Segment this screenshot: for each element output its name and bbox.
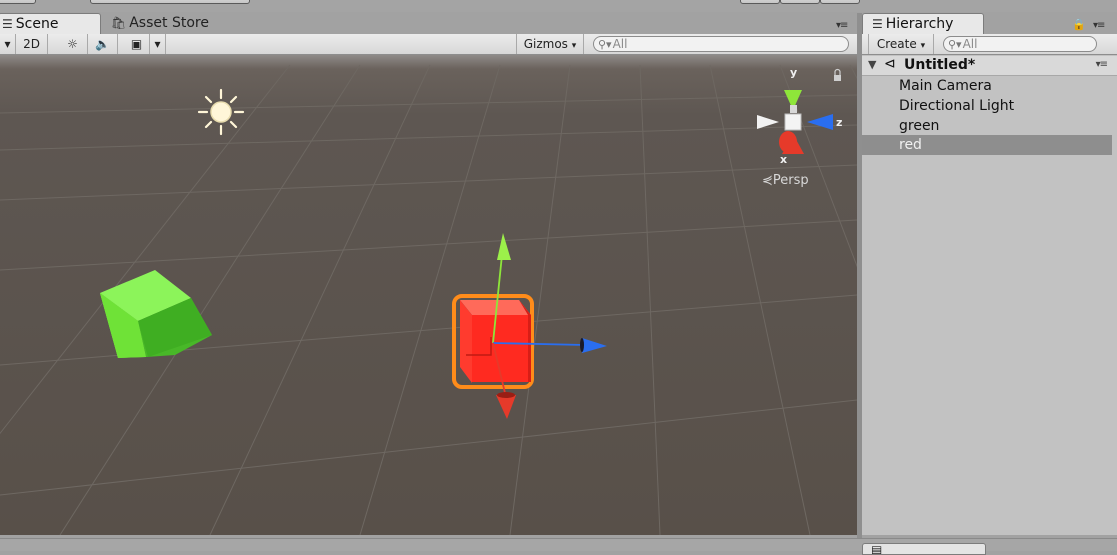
list-item-main-camera[interactable]: Main Camera [862,76,1112,96]
step-button[interactable] [820,0,860,4]
collapse-triangle-icon[interactable]: ▼ [868,58,876,71]
pause-button[interactable] [780,0,820,4]
effects-dropdown[interactable]: ▾ [150,34,166,54]
tab-hierarchy-label: Hierarchy [885,16,954,32]
unity-scene-icon: ⊲ [884,56,896,72]
lock-icon[interactable]: 🔒 [1072,18,1086,31]
asset-store-icon: 🛍 [111,16,127,30]
z-axis-handle[interactable] [582,338,607,353]
gizmo-z-label: z [836,116,842,129]
gizmos-dropdown[interactable]: Gizmos ▾ [516,34,584,54]
tab-hierarchy[interactable]: ☰ Hierarchy [862,13,984,34]
create-label: Create [876,37,917,51]
audio-icon[interactable]: 🔈 [88,34,118,54]
persp-icon: ⋞ [762,173,773,188]
tab-asset-store[interactable]: 🛍 Asset Store [108,13,228,34]
green-cube[interactable] [100,270,212,358]
tab-scene[interactable]: ☰ Scene [0,13,101,34]
gizmos-label: Gizmos [523,37,568,51]
mode-2d-button[interactable]: 2D [16,34,48,54]
main-toolbar [0,0,1117,12]
scene-tab-icon: ☰ [2,17,13,31]
sun-icon[interactable] [197,88,245,136]
scene-toolbar: ▾ 2D ☼ 🔈 ▣ ▾ Gizmos ▾ ⚲▾All [0,34,858,55]
tab-asset-store-label: Asset Store [129,15,209,31]
orientation-gizmo[interactable] [757,90,833,154]
scene-canvas: y z x [0,64,857,535]
search-icon: ⚲▾ [948,38,962,51]
list-item-red[interactable]: red [862,135,1112,155]
scene-name: Untitled* [904,57,976,73]
console-icon: ▤ [871,543,883,555]
hierarchy-list: ▼ ⊲ Untitled* ▾≡ Main Camera Directional… [862,55,1117,535]
y-axis-handle[interactable] [497,233,511,260]
gizmo-lock-icon[interactable] [834,68,841,82]
scene-view[interactable]: y z x ⋞Persp [0,55,857,535]
panel-menu-icon[interactable]: ▾≡ [1093,20,1105,31]
hierarchy-toolbar: Create ▾ ⚲▾All [862,34,1117,55]
gizmo-y-label: y [790,66,797,79]
effects-icon[interactable]: ▣ [124,34,150,54]
scene-search-input[interactable]: ⚲▾All [593,36,849,52]
projection-toggle[interactable]: ⋞Persp [762,173,809,188]
play-button[interactable] [740,0,780,4]
hand-tool-button[interactable] [0,0,36,4]
hierarchy-search-input[interactable]: ⚲▾All [943,36,1097,52]
hierarchy-icon: ☰ [872,17,883,31]
draw-mode-dropdown[interactable]: ▾ [0,34,16,54]
gizmo-x-label: x [780,153,787,166]
lighting-icon[interactable]: ☼ [58,34,88,54]
list-item-directional-light[interactable]: Directional Light [862,96,1112,116]
persp-label: Persp [772,173,809,188]
scene-header-row[interactable]: ▼ ⊲ Untitled* ▾≡ [862,56,1117,76]
search-icon: ⚲▾ [598,38,612,51]
create-dropdown[interactable]: Create ▾ [868,34,934,54]
tab-scene-label: Scene [15,16,59,32]
panel-menu-icon[interactable]: ▾≡ [1096,59,1108,70]
pivot-toggle-button[interactable] [90,0,250,4]
x-axis-handle[interactable] [496,395,516,419]
tab-console[interactable]: ▤ [862,543,986,555]
list-item-green[interactable]: green [862,116,1112,136]
panel-menu-icon[interactable]: ▾≡ [836,20,848,31]
